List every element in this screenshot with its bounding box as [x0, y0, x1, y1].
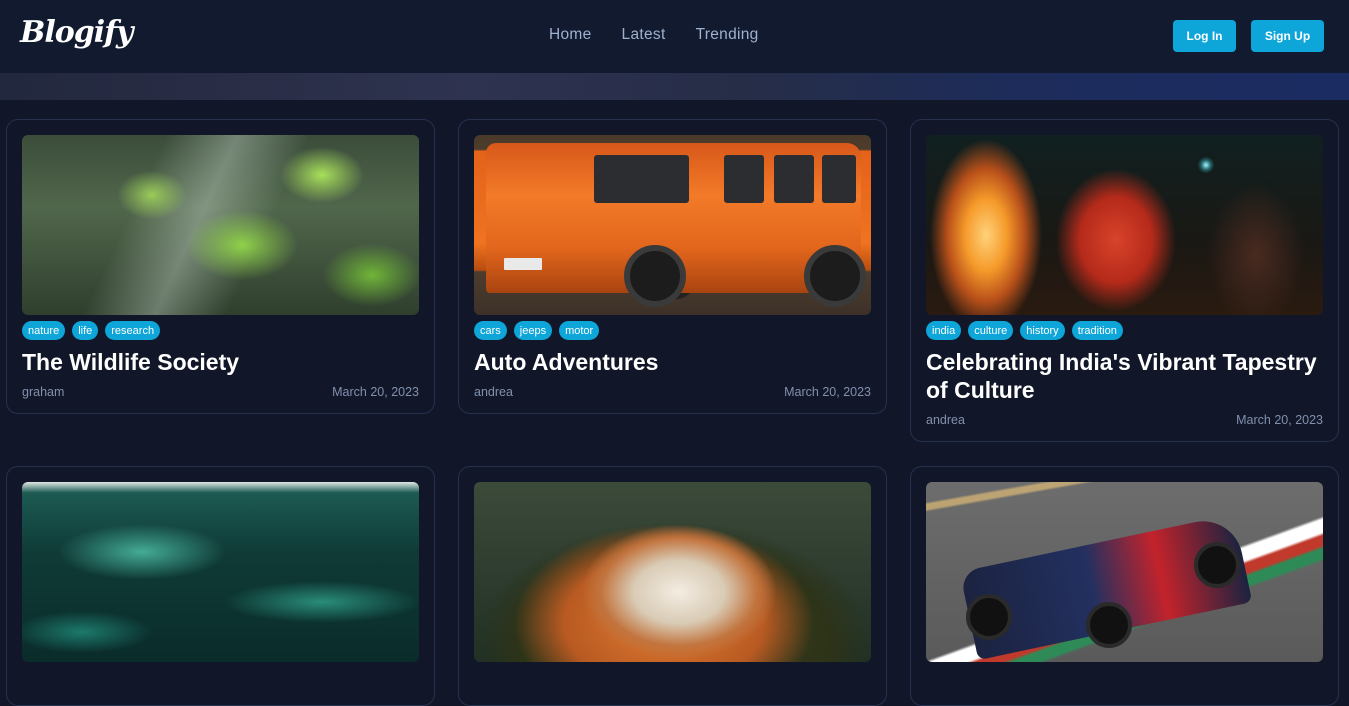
- nav-home-link[interactable]: Home: [549, 26, 592, 44]
- forest-sunlight-image[interactable]: [22, 135, 419, 315]
- suv-window-shape: [822, 155, 856, 203]
- main-nav: Home Latest Trending: [549, 26, 759, 44]
- post-card[interactable]: [6, 466, 435, 706]
- post-author: graham: [22, 385, 65, 399]
- orange-suv-image[interactable]: [474, 135, 871, 315]
- nav-latest-link[interactable]: Latest: [622, 26, 666, 44]
- suv-wheel-shape: [804, 245, 866, 307]
- tag-badge[interactable]: motor: [559, 321, 600, 340]
- tag-badge[interactable]: life: [72, 321, 99, 340]
- tag-list: india culture history tradition: [926, 321, 1123, 340]
- site-logo[interactable]: Blogify: [20, 15, 133, 50]
- post-card[interactable]: [910, 466, 1339, 706]
- tag-badge[interactable]: culture: [968, 321, 1014, 340]
- suv-wheel-shape: [624, 245, 686, 307]
- race-car-wheel-shape: [1194, 542, 1240, 588]
- post-date: March 20, 2023: [332, 385, 419, 399]
- post-date: March 20, 2023: [1236, 413, 1323, 427]
- suv-window-shape: [724, 155, 764, 203]
- nav-trending-link[interactable]: Trending: [696, 26, 759, 44]
- hero-banner-strip: [0, 73, 1349, 100]
- tag-badge[interactable]: tradition: [1071, 321, 1123, 340]
- tag-badge[interactable]: history: [1020, 321, 1065, 340]
- post-card[interactable]: cars jeeps motor Auto Adventures andrea …: [458, 119, 887, 414]
- post-author: andrea: [474, 385, 513, 399]
- post-date: March 20, 2023: [784, 385, 871, 399]
- post-title[interactable]: Celebrating India's Vibrant Tapestry of …: [926, 348, 1326, 404]
- post-author: andrea: [926, 413, 965, 427]
- spaghetti-plate-image[interactable]: [474, 482, 871, 662]
- tag-list: nature life research: [22, 321, 161, 340]
- suv-window-shape: [774, 155, 814, 203]
- license-plate-shape: [504, 258, 542, 270]
- tag-badge[interactable]: jeeps: [513, 321, 553, 340]
- tag-badge[interactable]: india: [926, 321, 962, 340]
- login-button[interactable]: Log In: [1173, 20, 1236, 52]
- post-title[interactable]: Auto Adventures: [474, 348, 874, 376]
- tag-badge[interactable]: research: [105, 321, 161, 340]
- race-car-wheel-shape: [1086, 602, 1132, 648]
- post-card[interactable]: nature life research The Wildlife Societ…: [6, 119, 435, 414]
- suv-windshield-shape: [594, 155, 689, 203]
- post-title[interactable]: The Wildlife Society: [22, 348, 422, 376]
- post-card[interactable]: [458, 466, 887, 706]
- tag-list: cars jeeps motor: [474, 321, 600, 340]
- formula-one-car-image[interactable]: [926, 482, 1323, 662]
- indian-festival-image[interactable]: [926, 135, 1323, 315]
- tag-badge[interactable]: nature: [22, 321, 66, 340]
- top-navbar: Blogify Home Latest Trending Log In Sign…: [0, 0, 1349, 73]
- signup-button[interactable]: Sign Up: [1251, 20, 1324, 52]
- ocean-waves-image[interactable]: [22, 482, 419, 662]
- post-card[interactable]: india culture history tradition Celebrat…: [910, 119, 1339, 442]
- tag-badge[interactable]: cars: [474, 321, 507, 340]
- race-car-wheel-shape: [966, 594, 1012, 640]
